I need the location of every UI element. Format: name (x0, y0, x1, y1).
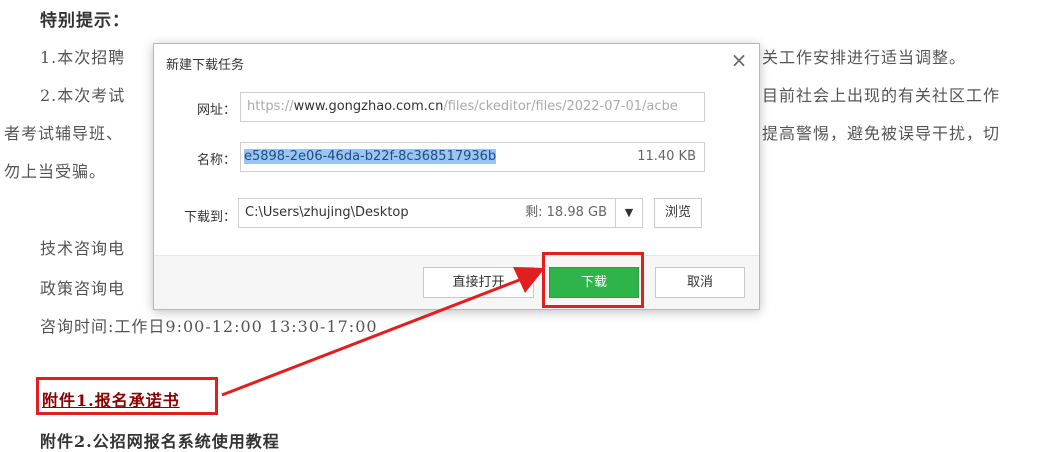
annotation-arrow (221, 267, 545, 397)
